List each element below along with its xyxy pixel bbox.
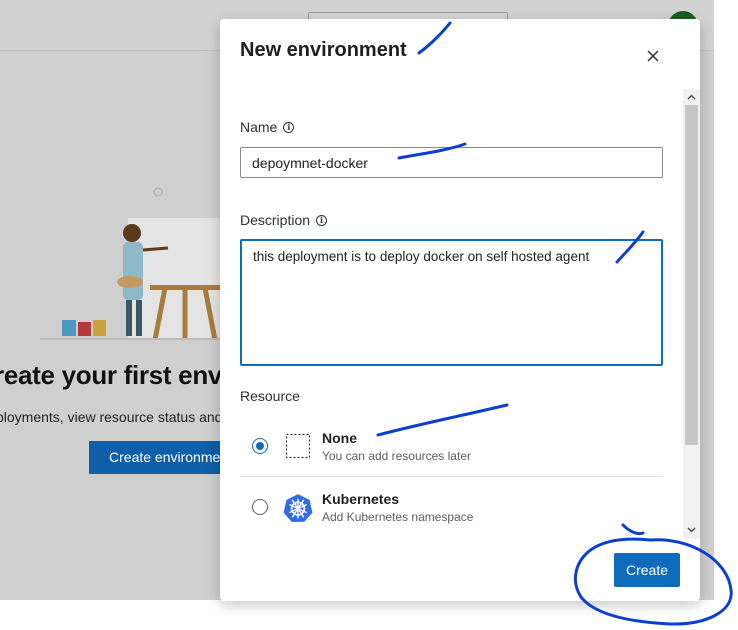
kubernetes-icon [283,494,313,522]
close-icon[interactable] [640,43,666,69]
description-label: Description i [240,212,328,228]
description-textarea[interactable]: this deployment is to deploy docker on s… [240,239,663,366]
name-input[interactable] [240,147,663,178]
info-icon[interactable]: i [283,121,295,133]
dialog-title: New environment [240,39,407,61]
scroll-down-icon[interactable] [684,523,699,537]
resource-description: You can add resources later [322,449,471,463]
scroll-up-icon[interactable] [684,90,699,104]
resource-title: Kubernetes [322,491,400,507]
painter-illustration [40,187,240,340]
dashed-box-icon [285,433,311,459]
empty-state-subtext: ployments, view resource status and [0,409,223,425]
resource-option-none[interactable]: None You can add resources later [240,419,663,477]
new-environment-dialog: New environment Name i Description i thi… [220,19,700,601]
radio-none[interactable] [252,438,268,454]
resource-label: Resource [240,388,300,404]
resource-description: Add Kubernetes namespace [322,510,474,524]
radio-kubernetes[interactable] [252,499,268,515]
create-button[interactable]: Create [614,553,680,587]
empty-state-heading: reate your first env [0,360,223,390]
description-label-text: Description [240,212,311,228]
resource-option-kubernetes[interactable]: Kubernetes Add Kubernetes namespace [240,480,663,538]
info-icon[interactable]: i [316,214,328,226]
resource-title: None [322,430,357,446]
scrollbar-thumb[interactable] [685,105,698,445]
name-label-text: Name [240,119,278,135]
create-environment-button[interactable]: Create environment [89,441,239,474]
name-label: Name i [240,119,295,135]
